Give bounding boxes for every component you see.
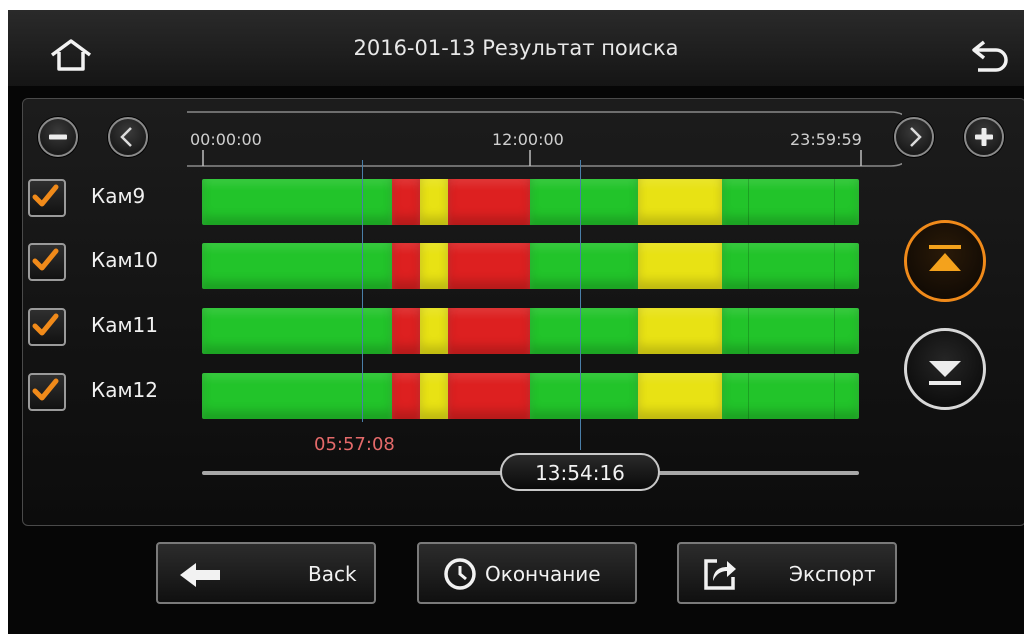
timeline-segment-normal xyxy=(722,243,859,289)
timeline-segment-motion xyxy=(420,373,448,419)
timeline-segment-normal xyxy=(530,243,638,289)
timeline-segment-alarm xyxy=(448,179,530,225)
timeline-segment-alarm xyxy=(392,243,420,289)
timeline-segment-normal xyxy=(530,179,638,225)
chevron-right-icon xyxy=(910,127,922,147)
timeline-segment-motion xyxy=(420,179,448,225)
bar-grid-line xyxy=(748,373,749,419)
bar-grid-line xyxy=(834,308,835,354)
minus-icon xyxy=(49,134,67,140)
check-icon xyxy=(32,184,59,207)
tick-label-mid: 12:00:00 xyxy=(492,130,564,149)
timeline-segment-motion xyxy=(420,243,448,289)
timeline-segment-motion xyxy=(638,373,722,419)
timeline-segment-normal xyxy=(202,373,392,419)
zoom-in-button[interactable] xyxy=(964,117,1004,157)
camera-checkbox[interactable] xyxy=(28,308,66,346)
bar-grid-line xyxy=(748,308,749,354)
timeline-segment-normal xyxy=(722,179,859,225)
camera-checkbox[interactable] xyxy=(28,179,66,217)
camera-label: Кам10 xyxy=(91,248,158,272)
recording-timeline-bar[interactable] xyxy=(202,308,859,354)
timeline-segment-alarm xyxy=(448,373,530,419)
timeline-segment-normal xyxy=(202,179,392,225)
time-slider-thumb[interactable]: 13:54:16 xyxy=(500,453,660,491)
check-icon xyxy=(32,378,59,401)
timeline-next-button[interactable] xyxy=(894,117,934,157)
bar-grid-line xyxy=(834,243,835,289)
camera-label: Кам9 xyxy=(91,184,146,208)
end-time-button[interactable]: Окончание xyxy=(417,542,637,604)
check-icon xyxy=(32,313,59,336)
page-title: 2016-01-13 Результат поиска xyxy=(353,36,679,60)
timeline-prev-button[interactable] xyxy=(108,117,148,157)
back-button[interactable]: Back xyxy=(156,542,376,604)
timeline-segment-alarm xyxy=(392,308,420,354)
recording-timeline-bar[interactable] xyxy=(202,373,859,419)
chevron-left-icon xyxy=(120,127,132,147)
clock-icon xyxy=(444,558,476,590)
timeline-segment-alarm xyxy=(392,179,420,225)
export-button[interactable]: Экспорт xyxy=(677,542,897,604)
camera-checkbox[interactable] xyxy=(28,373,66,411)
scroll-down-button[interactable] xyxy=(904,328,986,410)
bar-grid-line xyxy=(834,373,835,419)
timeline-segment-motion xyxy=(638,179,722,225)
timeline-segment-normal xyxy=(530,373,638,419)
timeline-segment-alarm xyxy=(448,243,530,289)
zoom-out-button[interactable] xyxy=(38,117,78,157)
screen: 2016-01-13 Результат поиска 00:00:00 12:… xyxy=(8,10,1024,634)
camera-label: Кам11 xyxy=(91,313,158,337)
timeline-segment-motion xyxy=(638,308,722,354)
scroll-up-button[interactable] xyxy=(904,220,986,302)
bar-grid-line xyxy=(748,243,749,289)
timeline-segment-normal xyxy=(202,243,392,289)
timeline-segment-normal xyxy=(722,308,859,354)
camera-checkbox[interactable] xyxy=(28,243,66,281)
top-bar: 2016-01-13 Результат поиска xyxy=(8,10,1024,86)
export-button-label: Экспорт xyxy=(789,562,876,586)
timeline-segment-normal xyxy=(202,308,392,354)
marker-line xyxy=(362,160,363,422)
back-button-label: Back xyxy=(308,562,357,586)
arrow-left-icon xyxy=(180,563,220,587)
camera-label: Кам12 xyxy=(91,378,158,402)
tick-label-start: 00:00:00 xyxy=(190,130,262,149)
timeline-segment-normal xyxy=(722,373,859,419)
return-arrow-icon[interactable] xyxy=(970,36,1012,76)
export-icon xyxy=(704,559,736,590)
check-icon xyxy=(32,248,59,271)
marker-time: 05:57:08 xyxy=(314,434,395,455)
tick-label-end: 23:59:59 xyxy=(790,130,862,149)
timeline-segment-alarm xyxy=(448,308,530,354)
timeline-segment-motion xyxy=(420,308,448,354)
timeline-segment-normal xyxy=(530,308,638,354)
timeline-segment-motion xyxy=(638,243,722,289)
scroll-top-icon xyxy=(929,245,961,271)
scroll-bottom-icon xyxy=(929,361,961,385)
end-time-button-label: Окончание xyxy=(485,562,601,586)
cursor-line xyxy=(580,160,581,450)
timeline-segment-alarm xyxy=(392,373,420,419)
bar-grid-line xyxy=(748,179,749,225)
recording-timeline-bar[interactable] xyxy=(202,243,859,289)
bar-grid-line xyxy=(834,179,835,225)
recording-timeline-bar[interactable] xyxy=(202,179,859,225)
plus-icon xyxy=(975,128,993,146)
